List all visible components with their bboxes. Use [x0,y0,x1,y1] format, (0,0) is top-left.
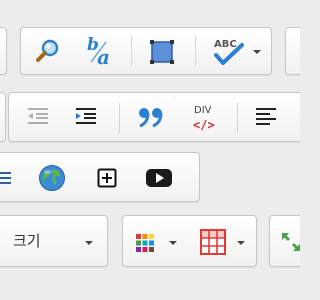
table-dropdown[interactable] [199,228,251,256]
create-div-button[interactable]: DIV </> [189,100,219,136]
select-all-button[interactable] [147,37,177,67]
maximize-button[interactable] [280,231,300,253]
magnifier-icon [36,39,59,62]
text-color-dropdown[interactable] [133,230,179,254]
indent-button[interactable] [75,106,99,128]
find-replace-icon: b a [87,35,110,69]
chevron-down-icon [253,50,261,54]
list-button[interactable] [0,170,13,186]
toolbar-group-paragraph: DIV </> [8,92,300,142]
blockquote-icon [139,108,163,128]
color-grid-icon [136,234,154,252]
align-left-button[interactable] [255,106,279,128]
add-button[interactable] [97,168,117,188]
indent-icon [76,108,96,124]
spellcheck-icon: ABC [214,39,244,65]
outdent-button[interactable] [27,106,51,128]
select-all-icon [150,40,174,64]
separator [131,36,132,66]
blockquote-button[interactable] [137,105,165,129]
chevron-down-icon [237,241,245,245]
editor-toolbar-area: b a ABC DIV </> 크기 [0,0,300,300]
toolbar-group-editing: b a ABC [20,27,272,75]
toolbar-group-colors [122,215,257,267]
link-button[interactable] [38,164,66,192]
find-button[interactable] [33,37,61,65]
toolbar-group-insert [0,152,200,202]
toolbar-group-partial-right-row1 [285,27,300,75]
outdent-icon [28,108,48,124]
separator [119,103,120,133]
svg-text:ABC: ABC [214,39,237,50]
chevron-down-icon [85,241,93,245]
toolbar-group-tools [269,215,300,267]
spellcheck-dropdown[interactable]: ABC [209,36,263,68]
svg-text:</>: </> [193,118,215,132]
font-size-label: 크기 [13,232,41,250]
font-size-combo[interactable]: 크기 [0,215,108,267]
create-div-icon: DIV </> [193,105,215,132]
chevron-down-icon [169,241,177,245]
maximize-icon [282,233,300,251]
list-icon [0,172,11,184]
svg-text:DIV: DIV [194,105,212,116]
separator [237,103,238,133]
youtube-icon [146,169,172,187]
toolbar-group-partial-left-row2 [0,92,6,142]
toolbar-group-partial-left-row1 [0,27,7,75]
align-left-icon [256,108,276,125]
replace-button[interactable]: b a [83,33,119,69]
plus-box-icon [97,168,117,188]
youtube-button[interactable] [143,167,175,189]
table-icon [200,229,226,255]
globe-icon [39,165,65,191]
separator [195,36,196,66]
svg-text:a: a [97,45,110,69]
